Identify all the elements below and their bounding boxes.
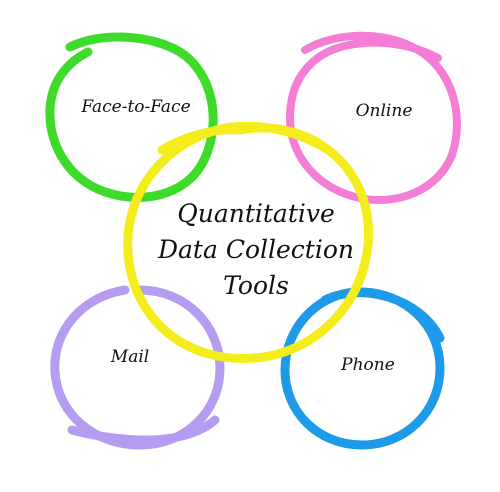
face-to-face-label: Face-to-Face — [80, 97, 190, 117]
online-label: Online — [356, 101, 413, 121]
center-title-line-3: Tools — [223, 271, 289, 300]
face-to-face-ring — [45, 32, 218, 202]
node-phone: Phone — [280, 287, 445, 450]
mail-ring — [50, 285, 225, 450]
center-title-line-2: Data Collection — [157, 235, 354, 264]
node-mail: Mail — [50, 285, 225, 450]
center-node: Quantitative Data Collection Tools — [123, 121, 373, 364]
diagram-canvas: Face-to-Face Online Mail Phone Quantitat… — [45, 31, 461, 450]
center-title-line-1: Quantitative — [177, 199, 335, 228]
node-face-to-face: Face-to-Face — [45, 32, 218, 202]
mail-label: Mail — [110, 347, 149, 367]
node-online: Online — [285, 31, 461, 205]
phone-label: Phone — [340, 355, 395, 375]
